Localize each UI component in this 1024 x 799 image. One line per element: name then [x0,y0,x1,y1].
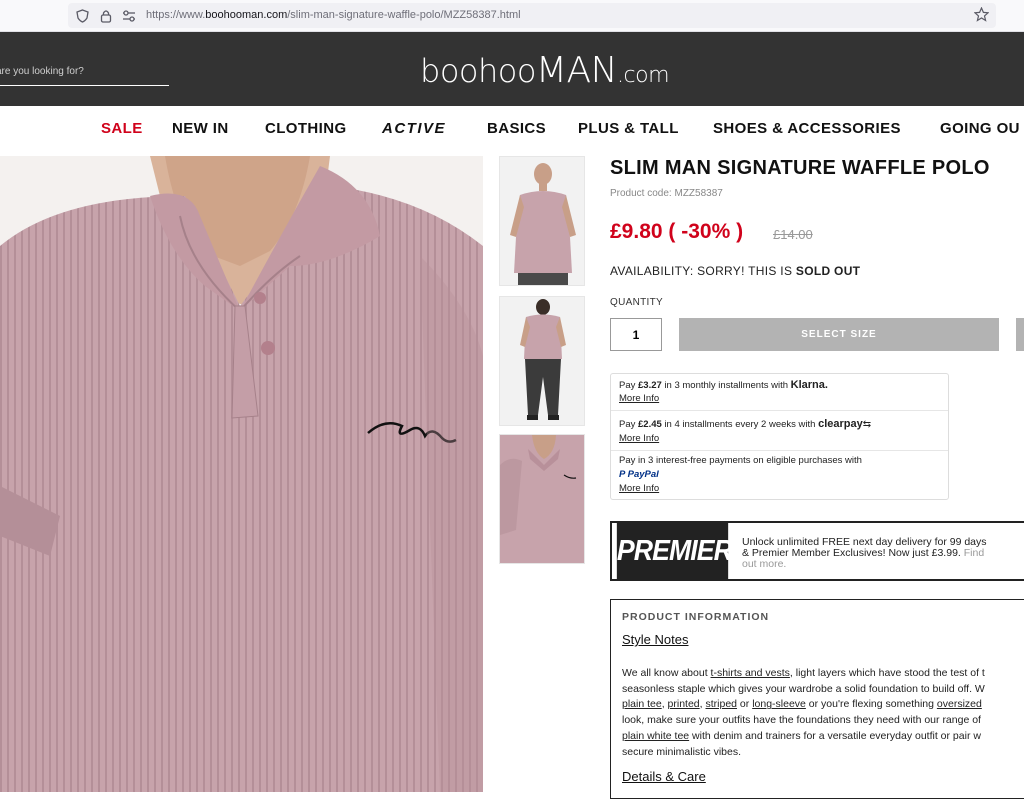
product-title: SLIM MAN SIGNATURE WAFFLE POLO [610,157,990,179]
link-printed[interactable]: printed [668,698,700,710]
thumbnail-front[interactable] [499,156,585,286]
divider [611,410,948,411]
site-header: boohooMAN.com [0,32,1024,106]
product-code: Product code: MZZ58387 [610,188,723,199]
paypal-icon: P [619,469,625,480]
nav-item-shoes-accessories[interactable]: SHOES & ACCESSORIES [713,120,901,137]
lock-icon[interactable] [100,9,112,27]
main-product-image[interactable] [0,156,483,792]
klarna-text: Pay £3.27 in 3 monthly installments with… [619,379,828,391]
nav-item-new-in[interactable]: NEW IN [172,120,229,137]
premier-banner[interactable]: PREMIER Unlock unlimited FREE next day d… [610,521,1024,581]
klarna-more-info-link[interactable]: More Info [619,393,659,404]
paypal-logo: P PayPal [619,469,659,480]
wishlist-button[interactable] [1016,318,1024,351]
shield-icon[interactable] [76,9,89,27]
nav-item-going-out[interactable]: GOING OU [940,120,1020,137]
link-striped[interactable]: striped [706,698,738,710]
premier-logo: PREMIER [616,523,733,579]
details-care-tab[interactable]: Details & Care [622,769,706,784]
browser-toolbar: https://www.boohooman.com/slim-man-signa… [0,0,1024,32]
clearpay-more-info-link[interactable]: More Info [619,433,659,444]
product-description: We all know about t-shirts and vests, li… [622,667,985,758]
clearpay-logo: clearpay [818,418,863,430]
thumbnail-back[interactable] [499,296,585,426]
main-nav: SALE NEW IN CLOTHING ACTIVE BASICS PLUS … [0,106,1024,154]
url-text[interactable]: https://www.boohooman.com/slim-man-signa… [146,9,521,21]
availability-status: AVAILABILITY: SORRY! THIS IS SOLD OUT [610,264,861,278]
nav-item-plus-tall[interactable]: PLUS & TALL [578,120,679,137]
thumbnail-detail[interactable] [499,434,585,564]
nav-item-sale[interactable]: SALE [101,120,143,137]
quantity-label: QUANTITY [610,297,663,308]
nav-item-basics[interactable]: BASICS [487,120,546,137]
klarna-logo: Klarna. [790,379,828,391]
link-plain-tee[interactable]: plain tee [622,698,662,710]
link-tshirts-vests[interactable]: t-shirts and vests [711,667,790,679]
divider [611,450,948,451]
premier-text: Unlock unlimited FREE next day delivery … [742,536,987,570]
address-bar[interactable]: https://www.boohooman.com/slim-man-signa… [68,3,996,28]
select-size-button[interactable]: SELECT SIZE [679,318,999,351]
bookmark-star-icon[interactable] [973,6,990,26]
current-price: £9.80 ( -30% ) [610,220,744,243]
style-notes-tab[interactable]: Style Notes [622,632,688,647]
product-information-heading: PRODUCT INFORMATION [622,611,770,623]
clearpay-text: Pay £2.45 in 4 installments every 2 week… [619,418,872,430]
permissions-icon[interactable] [122,9,136,27]
paypal-more-info-link[interactable]: More Info [619,483,659,494]
link-long-sleeve[interactable]: long-sleeve [752,698,806,710]
payment-options: Pay £3.27 in 3 monthly installments with… [610,373,949,500]
quantity-input[interactable] [610,318,662,351]
find-out-more-link[interactable]: Find [964,547,984,559]
link-oversized[interactable]: oversized [937,698,982,710]
paypal-text: Pay in 3 interest-free payments on eligi… [619,455,862,466]
site-logo[interactable]: boohooMAN.com [420,50,670,91]
clearpay-arrows-icon: ⇆ [862,419,872,430]
link-plain-white-tee[interactable]: plain white tee [622,730,689,742]
original-price: £14.00 [773,227,813,242]
nav-item-clothing[interactable]: CLOTHING [265,120,347,137]
search-input[interactable] [0,58,169,86]
nav-item-active[interactable]: ACTIVE [382,120,446,137]
product-information-panel: PRODUCT INFORMATION Style Notes We all k… [610,599,1024,799]
